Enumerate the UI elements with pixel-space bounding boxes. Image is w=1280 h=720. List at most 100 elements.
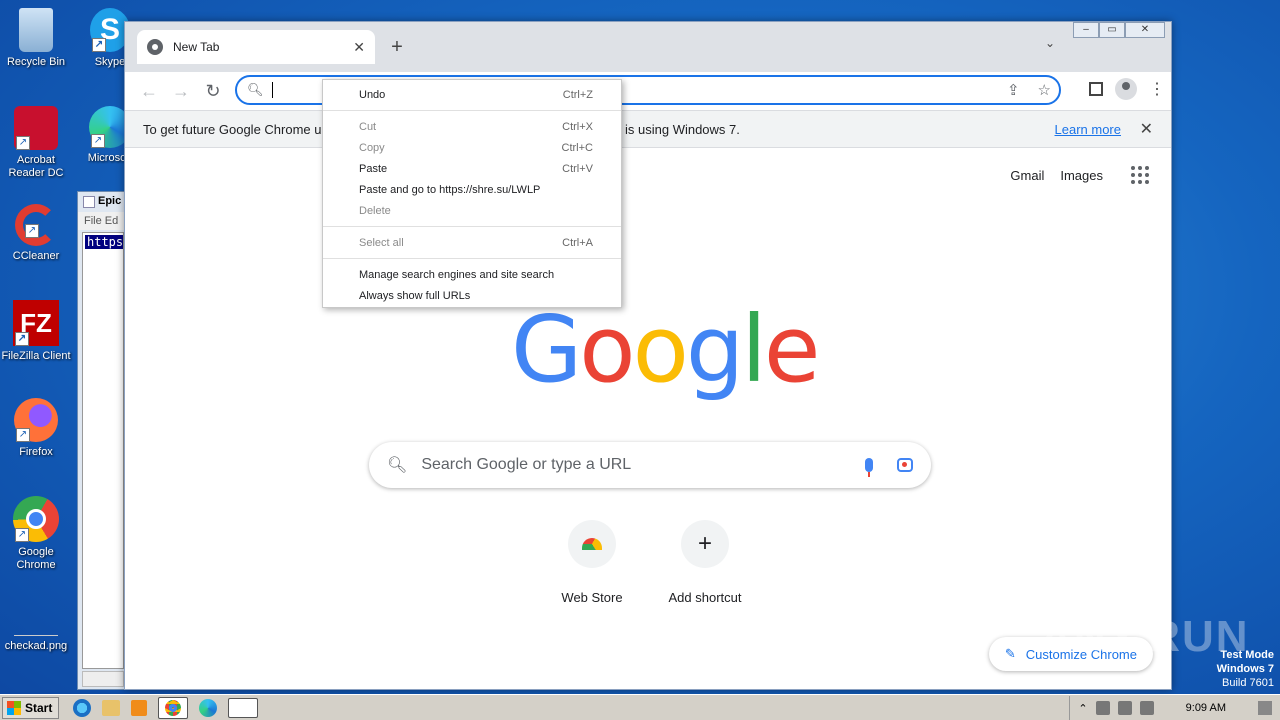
desktop-icon-label: Skype xyxy=(94,56,126,68)
share-icon[interactable]: ⇪ xyxy=(1007,81,1020,99)
menu-item-manage-search-engines[interactable]: Manage search engines and site search xyxy=(323,264,621,285)
shortcut-add[interactable]: + Add shortcut xyxy=(649,520,761,605)
more-menu-icon[interactable]: ⋮ xyxy=(1149,79,1165,99)
desktop-icon-label: Google Chrome xyxy=(16,546,56,571)
desktop-icon-label: Firefox xyxy=(19,446,53,458)
menu-item-cut[interactable]: Cut Ctrl+X xyxy=(323,116,621,137)
add-shortcut-plus-icon: + xyxy=(681,520,729,568)
maximize-icon[interactable]: ▭ xyxy=(1099,22,1125,38)
voice-search-mic-icon[interactable] xyxy=(865,458,873,477)
side-panel-icon[interactable] xyxy=(1089,82,1103,96)
menu-item-shortcut: Ctrl+V xyxy=(562,162,593,175)
taskbar-edge-icon[interactable] xyxy=(199,698,218,717)
menu-item-label: Undo xyxy=(359,88,386,101)
logo-letter: G xyxy=(511,296,582,403)
shortcut-arrow-icon: ↗ xyxy=(15,332,29,346)
forward-arrow-icon[interactable]: → xyxy=(165,81,197,102)
menu-item-label: Paste xyxy=(359,162,388,175)
bookmark-star-icon[interactable]: ☆ xyxy=(1038,81,1051,99)
menu-item-always-show-full-urls[interactable]: Always show full URLs xyxy=(323,285,621,306)
menu-item-copy[interactable]: Copy Ctrl+C xyxy=(323,137,621,158)
pencil-icon: ✎ xyxy=(1004,646,1016,661)
reload-icon[interactable]: ↻ xyxy=(197,81,229,102)
menu-item-undo[interactable]: Undo Ctrl+Z xyxy=(323,84,621,105)
taskbar-notepad-icon[interactable] xyxy=(228,697,259,718)
infobar-close-icon[interactable]: ✕ xyxy=(1140,119,1153,139)
search-icon: 🔍︎ xyxy=(247,82,264,97)
infobar-message-tail: is using Windows 7. xyxy=(625,121,740,137)
notepad-text-area[interactable]: https xyxy=(82,232,124,669)
image-file-icon xyxy=(14,600,58,636)
logo-letter: o xyxy=(632,296,689,403)
browser-toolbar: ← → ↻ 🔍︎ ⇪ ☆ ⋮ xyxy=(125,72,1171,110)
desktop-icon-label: checkad.png xyxy=(4,640,68,652)
ntp-search-box[interactable]: 🔍︎ xyxy=(369,442,931,488)
windows-flag-icon xyxy=(7,700,21,715)
volume-icon[interactable] xyxy=(1095,701,1110,715)
menu-item-paste-and-go[interactable]: Paste and go to https://shre.su/LWLP xyxy=(323,179,621,200)
menu-item-shortcut: Ctrl+X xyxy=(562,120,593,133)
new-tab-plus-icon[interactable]: + xyxy=(387,36,407,59)
test-mode-notice: Test Mode Windows 7 Build 7601 xyxy=(1217,648,1274,690)
images-link[interactable]: Images xyxy=(1060,168,1103,183)
shortcut-label: Add shortcut xyxy=(668,590,742,605)
apps-grid-icon[interactable] xyxy=(1131,166,1149,184)
window-controls: – ▭ ✕ xyxy=(1073,22,1165,38)
shortcut-arrow-icon: ↗ xyxy=(15,528,29,542)
firefox-icon: ↗ xyxy=(14,398,58,442)
notepad-title-bar[interactable]: Epic xyxy=(78,192,126,212)
desktop-icon-firefox[interactable]: ↗ Firefox xyxy=(0,398,74,459)
taskbar-ie-icon[interactable] xyxy=(73,698,92,717)
action-center-flag-icon[interactable] xyxy=(1139,701,1154,715)
back-arrow-icon[interactable]: ← xyxy=(133,81,165,102)
menu-item-paste[interactable]: Paste Ctrl+V xyxy=(323,158,621,179)
taskbar-chrome-icon[interactable] xyxy=(158,696,189,719)
menu-item-label: Paste and go to https://shre.su/LWLP xyxy=(359,183,541,196)
ntp-search-input[interactable] xyxy=(421,456,865,474)
desktop-icon-ccleaner[interactable]: ↗ CCleaner xyxy=(0,204,74,263)
tab-close-icon[interactable]: ✕ xyxy=(353,39,365,56)
taskbar-clock[interactable]: 9:09 AM xyxy=(1186,702,1226,714)
close-window-icon[interactable]: ✕ xyxy=(1125,22,1165,38)
desktop-icon-label: FileZilla Client xyxy=(1,350,71,362)
taskbar-explorer-icon[interactable] xyxy=(102,699,121,716)
desktop-icon-label: CCleaner xyxy=(12,250,60,262)
desktop-icon-label: Acrobat Reader DC xyxy=(8,154,64,179)
desktop-icon-filezilla[interactable]: FZ ↗ FileZilla Client xyxy=(0,300,74,363)
notepad-menu-bar[interactable]: File Ed xyxy=(78,212,126,230)
address-bar-context-menu: Undo Ctrl+Z Cut Ctrl+X Copy Ctrl+C Paste Ctr… xyxy=(322,79,622,308)
desktop-icon-recycle-bin[interactable]: Recycle Bin xyxy=(0,8,74,69)
profile-avatar-icon[interactable] xyxy=(1115,78,1137,100)
menu-item-label: Delete xyxy=(359,204,391,217)
shortcut-arrow-icon: ↗ xyxy=(91,134,105,148)
notepad-icon xyxy=(83,196,95,208)
tab-new-tab[interactable]: New Tab ✕ xyxy=(137,30,375,64)
learn-more-link[interactable]: Learn more xyxy=(1055,122,1121,137)
gmail-link[interactable]: Gmail xyxy=(1010,168,1044,183)
desktop-icon-chrome[interactable]: ↗ Google Chrome xyxy=(0,496,74,572)
menu-item-delete[interactable]: Delete xyxy=(323,200,621,221)
notepad-horizontal-scrollbar[interactable] xyxy=(82,671,124,687)
shortcut-web-store[interactable]: Web Store xyxy=(536,520,648,605)
notepad-window[interactable]: Epic File Ed https xyxy=(77,191,127,690)
menu-item-select-all[interactable]: Select all Ctrl+A xyxy=(323,232,621,253)
ccleaner-icon: ↗ xyxy=(15,204,57,246)
desktop-icon-checkad[interactable]: checkad.png xyxy=(0,600,74,653)
start-button[interactable]: Start xyxy=(2,696,60,719)
chrome-icon: ↗ xyxy=(13,496,59,542)
infobar-message: To get future Google Chrome up xyxy=(143,121,329,137)
network-icon[interactable] xyxy=(1117,701,1132,715)
tray-expand-icon[interactable]: ⌃ xyxy=(1078,702,1087,715)
taskbar-media-player-icon[interactable] xyxy=(131,699,148,716)
taskbar: Start ⌃ 9:09 AM xyxy=(0,694,1280,720)
test-mode-line-1: Test Mode xyxy=(1220,649,1274,661)
test-mode-line-3: Build 7601 xyxy=(1222,677,1274,689)
desktop-icon-acrobat[interactable]: ↗ Acrobat Reader DC xyxy=(0,106,74,180)
shortcut-arrow-icon: ↗ xyxy=(25,224,39,238)
minimize-icon[interactable]: – xyxy=(1073,22,1099,38)
system-tray: ⌃ 9:09 AM xyxy=(1069,696,1280,720)
google-lens-camera-icon[interactable] xyxy=(897,458,913,472)
tab-search-chevron-icon[interactable]: ⌄ xyxy=(1045,36,1055,50)
show-desktop-icon[interactable] xyxy=(1258,701,1272,715)
menu-separator xyxy=(323,226,621,227)
